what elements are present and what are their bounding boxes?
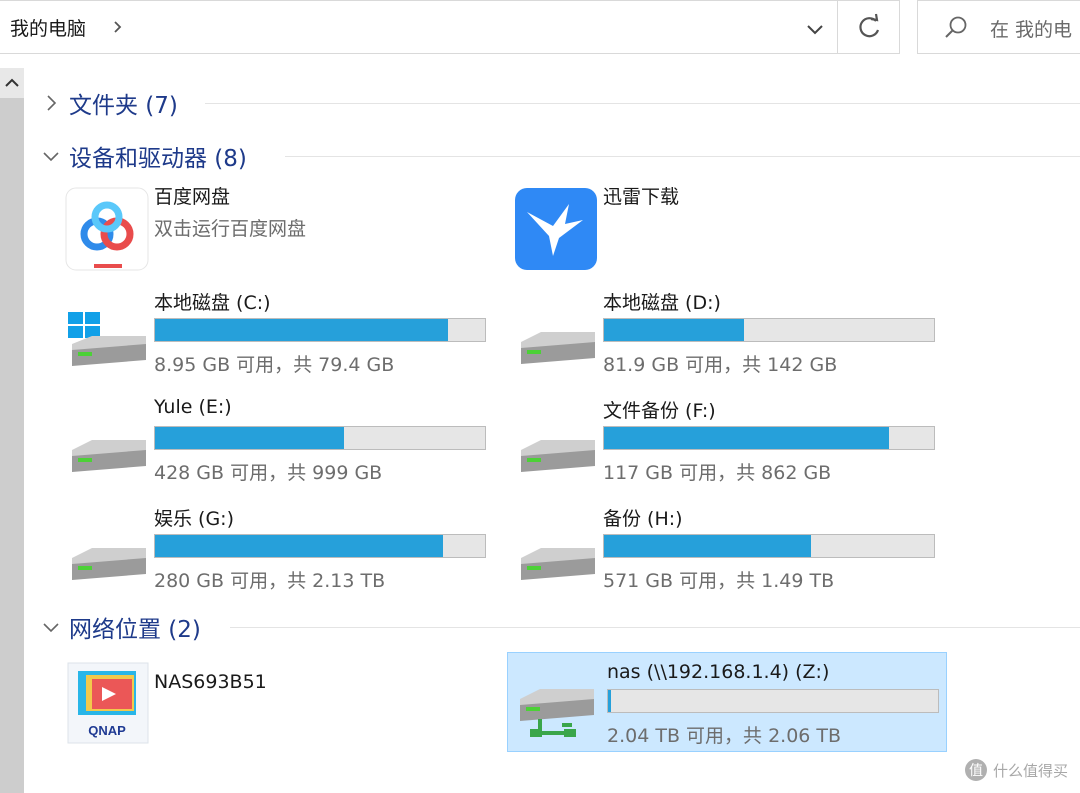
vertical-scrollbar[interactable] — [0, 68, 24, 793]
drive-usage-fill — [608, 690, 612, 712]
item-free-space: 8.95 GB 可用，共 79.4 GB — [154, 354, 395, 376]
drive-item-e[interactable]: Yule (E:) 428 GB 可用，共 999 GB — [60, 396, 500, 496]
drive-usage-fill — [604, 319, 744, 341]
drive-usage-bar — [154, 426, 486, 450]
chevron-down-icon — [43, 623, 59, 633]
network-drive-icon — [520, 689, 594, 737]
group-divider — [230, 627, 1080, 628]
item-free-space: 571 GB 可用，共 1.49 TB — [603, 570, 835, 592]
watermark-logo: 值 — [964, 759, 987, 781]
group-header-devices[interactable]: 设备和驱动器 (8) — [40, 139, 1080, 173]
item-name: 备份 (H:) — [603, 508, 683, 530]
item-name: NAS693B51 — [154, 671, 267, 693]
item-name: nas (\\192.168.1.4) (Z:) — [607, 661, 830, 683]
qnap-icon: QNAP — [67, 662, 149, 744]
svg-text:QNAP: QNAP — [88, 723, 126, 738]
chevron-down-icon — [43, 152, 59, 162]
baidu-netdisk-icon — [65, 187, 149, 271]
drive-icon — [72, 548, 146, 580]
drive-usage-bar — [607, 689, 939, 713]
system-drive-icon — [68, 312, 146, 366]
drive-usage-fill — [155, 535, 443, 557]
item-free-space: 280 GB 可用，共 2.13 TB — [154, 570, 386, 592]
refresh-button[interactable] — [838, 0, 900, 54]
watermark: 值 什么值得买 — [964, 759, 1068, 781]
network-item-nas693b51[interactable]: QNAP NAS693B51 — [60, 655, 500, 755]
drive-usage-bar — [154, 534, 486, 558]
drive-usage-bar — [603, 318, 935, 342]
group-divider — [205, 103, 1080, 104]
drive-icon — [521, 440, 595, 472]
chevron-down-icon[interactable] — [800, 15, 830, 43]
item-free-space: 428 GB 可用，共 999 GB — [154, 462, 383, 484]
scroll-thumb[interactable] — [0, 98, 24, 793]
drive-item-g[interactable]: 娱乐 (G:) 280 GB 可用，共 2.13 TB — [60, 504, 500, 604]
item-name: Yule (E:) — [154, 396, 232, 418]
item-free-space: 117 GB 可用，共 862 GB — [603, 462, 832, 484]
item-name: 本地磁盘 (D:) — [603, 292, 721, 314]
search-icon — [945, 16, 967, 38]
refresh-icon — [859, 13, 880, 38]
drive-usage-bar — [154, 318, 486, 342]
chevron-right-icon — [47, 95, 57, 111]
drive-icon — [72, 440, 146, 472]
item-name: 娱乐 (G:) — [154, 508, 234, 530]
drive-icon — [521, 548, 595, 580]
drive-icon — [521, 332, 595, 364]
group-title: 文件夹 (7) — [69, 93, 178, 119]
item-name: 百度网盘 — [154, 186, 231, 208]
drive-usage-fill — [604, 427, 890, 449]
item-subtitle: 双击运行百度网盘 — [154, 218, 307, 240]
drive-usage-fill — [155, 319, 448, 341]
drive-usage-bar — [603, 426, 935, 450]
app-item-baidu-netdisk[interactable]: 百度网盘 双击运行百度网盘 — [60, 182, 500, 282]
item-free-space: 81.9 GB 可用，共 142 GB — [603, 354, 838, 376]
breadcrumb-this-pc[interactable]: 我的电脑 — [10, 14, 86, 41]
item-name: 本地磁盘 (C:) — [154, 292, 271, 314]
chevron-right-icon[interactable] — [110, 17, 126, 37]
chevron-up-icon — [5, 78, 19, 87]
group-header-folders[interactable]: 文件夹 (7) — [40, 86, 1080, 120]
item-free-space: 2.04 TB 可用，共 2.06 TB — [607, 725, 842, 747]
drive-usage-fill — [155, 427, 344, 449]
thunder-download-icon — [515, 188, 597, 270]
watermark-text: 什么值得买 — [992, 761, 1068, 780]
item-name: 迅雷下载 — [603, 186, 680, 208]
search-box[interactable]: 在 我的电 — [917, 0, 1080, 54]
scroll-up-button[interactable] — [0, 68, 24, 98]
group-title: 网络位置 (2) — [69, 617, 201, 643]
group-title: 设备和驱动器 (8) — [69, 146, 247, 172]
drive-usage-bar — [603, 534, 935, 558]
network-item-nas-z[interactable]: nas (\\192.168.1.4) (Z:) 2.04 TB 可用，共 2.… — [507, 652, 947, 752]
drive-item-c[interactable]: 本地磁盘 (C:) 8.95 GB 可用，共 79.4 GB — [60, 288, 500, 388]
drive-item-h[interactable]: 备份 (H:) 571 GB 可用，共 1.49 TB — [509, 504, 949, 604]
address-bar[interactable]: 我的电脑 — [0, 0, 838, 54]
group-divider — [285, 156, 1080, 157]
group-header-network[interactable]: 网络位置 (2) — [40, 610, 1080, 644]
drive-usage-fill — [604, 535, 811, 557]
drive-item-d[interactable]: 本地磁盘 (D:) 81.9 GB 可用，共 142 GB — [509, 288, 949, 388]
app-item-thunder[interactable]: 迅雷下载 — [509, 182, 949, 282]
item-name: 文件备份 (F:) — [603, 400, 716, 422]
search-placeholder: 在 我的电 — [990, 19, 1073, 41]
drive-item-f[interactable]: 文件备份 (F:) 117 GB 可用，共 862 GB — [509, 396, 949, 496]
